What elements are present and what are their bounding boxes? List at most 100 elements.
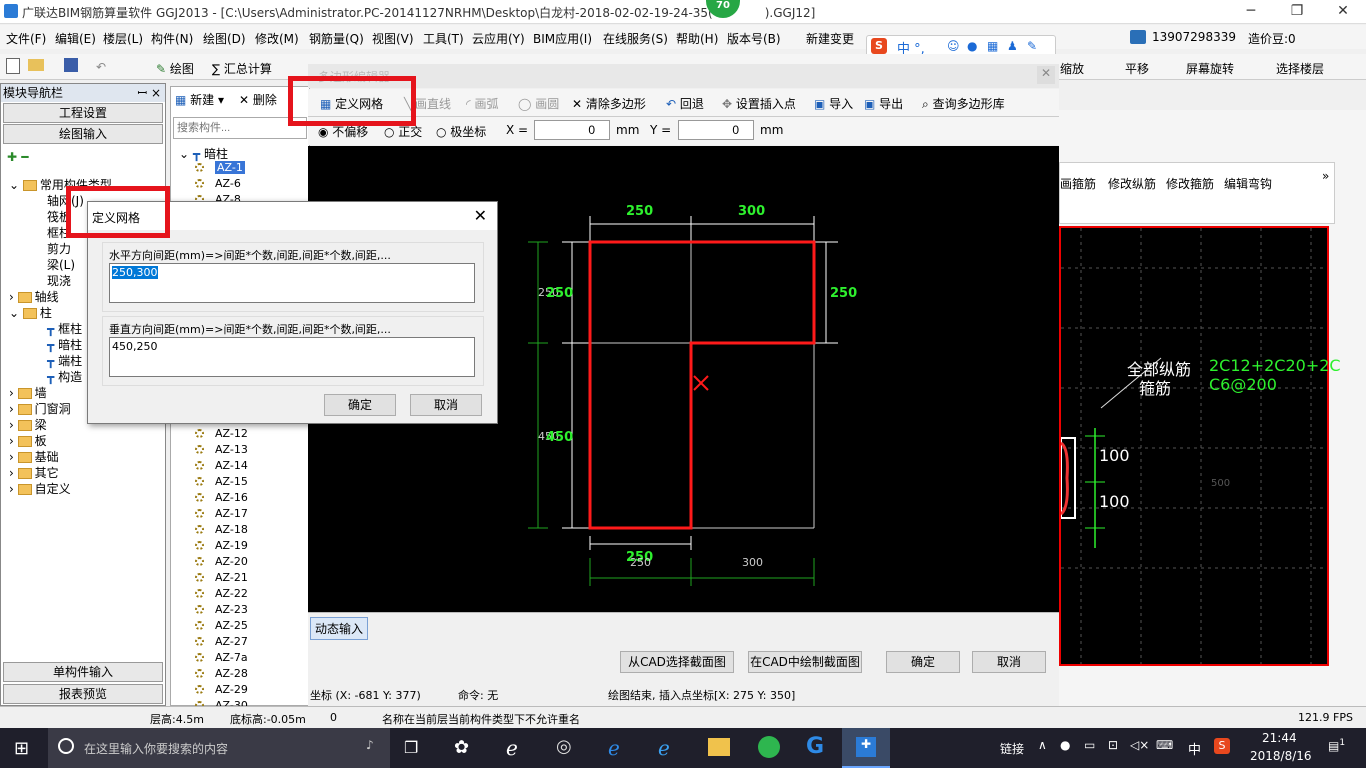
keyboard-tray-icon[interactable]: ⌨ <box>1156 738 1173 752</box>
component-item[interactable]: AZ-28 <box>195 667 248 680</box>
save-icon[interactable] <box>64 58 78 72</box>
file-explorer-icon[interactable] <box>708 738 730 756</box>
task-view-icon[interactable]: ❐ <box>404 738 418 757</box>
nav-pin-icon[interactable]: ꟷ × <box>137 84 161 102</box>
component-item[interactable]: AZ-21 <box>195 571 248 584</box>
settings-icon[interactable]: ✎ <box>1027 39 1037 53</box>
component-item[interactable]: AZ-18 <box>195 523 248 536</box>
component-item[interactable]: AZ-6 <box>195 177 241 190</box>
component-item[interactable]: AZ-14 <box>195 459 248 472</box>
tree-slab[interactable]: › 板 <box>9 432 47 449</box>
tree-wall[interactable]: › 墙 <box>9 384 47 401</box>
app-notify-icon[interactable]: ◎ <box>556 736 572 757</box>
component-item[interactable]: AZ-1 <box>195 161 245 174</box>
import-button[interactable]: ▣ 导入 <box>814 95 853 112</box>
skin-icon[interactable]: ♟ <box>1007 39 1018 53</box>
calc-button[interactable]: ∑ 汇总计算 <box>212 60 272 77</box>
ime-indicator[interactable]: 中 <box>1188 739 1201 758</box>
edge-icon[interactable]: ℯ <box>608 736 620 760</box>
menu-floor[interactable]: 楼层(L) <box>103 30 143 47</box>
component-item[interactable]: AZ-22 <box>195 587 248 600</box>
component-item[interactable]: AZ-25 <box>195 619 248 632</box>
component-item[interactable]: AZ-19 <box>195 539 248 552</box>
open-folder-icon[interactable] <box>28 59 44 71</box>
component-item[interactable]: AZ-16 <box>195 491 248 504</box>
draw-stirrup-button[interactable]: 画箍筋 <box>1060 175 1096 192</box>
menu-cloud[interactable]: 云应用(Y) <box>472 30 525 47</box>
tree-item-shear[interactable]: 剪力 <box>47 240 71 257</box>
active-app-ggj[interactable]: ✚ <box>842 728 890 768</box>
menu-rebar-qty[interactable]: 钢筋量(Q) <box>309 30 364 47</box>
menu-file[interactable]: 文件(F) <box>6 30 46 47</box>
single-input-button[interactable]: 单构件输入 <box>3 662 163 682</box>
battery-icon[interactable]: ▭ <box>1084 738 1095 752</box>
notification-icon[interactable]: ▤1 <box>1328 738 1345 753</box>
dynamic-input-toggle[interactable]: 动态输入 <box>310 617 369 640</box>
tree-other[interactable]: › 其它 <box>9 464 59 481</box>
emoji-icon[interactable]: ☺ <box>947 39 960 53</box>
tree-item-cast[interactable]: 现浇 <box>47 272 71 289</box>
tree-custom[interactable]: › 自定义 <box>9 480 71 497</box>
clock-time[interactable]: 21:44 <box>1262 731 1297 745</box>
tree-item-beam[interactable]: 梁(L) <box>47 256 75 273</box>
fan-app-icon[interactable]: ✿ <box>454 737 469 758</box>
component-item[interactable]: AZ-17 <box>195 507 248 520</box>
component-item[interactable]: AZ-15 <box>195 475 248 488</box>
dialog-ok-button[interactable]: 确定 <box>324 394 396 416</box>
draw-arc-button[interactable]: ◜ 画弧 <box>466 95 498 112</box>
maximize-button[interactable]: ❐ <box>1274 0 1320 24</box>
tree-col-hidden[interactable]: ┳ 暗柱 <box>47 336 82 353</box>
expand-all-icon[interactable]: ✚ ━ <box>7 150 28 164</box>
poly-ok-button[interactable]: 确定 <box>886 651 960 673</box>
clock-date[interactable]: 2018/8/16 <box>1250 749 1312 763</box>
y-input[interactable] <box>678 120 754 140</box>
menu-view[interactable]: 视图(V) <box>372 30 414 47</box>
project-settings-button[interactable]: 工程设置 <box>3 103 163 123</box>
set-insert-point-button[interactable]: ✥ 设置插入点 <box>722 95 796 112</box>
rotate-button[interactable]: 屏幕旋转 <box>1186 60 1234 77</box>
microphone-icon[interactable]: ♪ <box>366 738 374 752</box>
browser-360-icon[interactable] <box>758 736 780 758</box>
sogou-tray-icon[interactable]: S <box>1214 738 1230 754</box>
component-item[interactable]: AZ-20 <box>195 555 248 568</box>
component-item[interactable]: AZ-27 <box>195 635 248 648</box>
menu-help[interactable]: 帮助(H) <box>676 30 718 47</box>
mic-icon[interactable]: ● <box>967 39 977 53</box>
tree-col-struct[interactable]: ┳ 构造 <box>47 368 82 385</box>
component-item[interactable]: AZ-29 <box>195 683 248 696</box>
tray-chevron-icon[interactable]: ∧ <box>1038 738 1047 752</box>
v-spacing-input[interactable]: 450,250 <box>109 337 475 377</box>
export-button[interactable]: ▣ 导出 <box>864 95 903 112</box>
network-icon[interactable]: ⊡ <box>1108 738 1118 752</box>
modify-stirrup-button[interactable]: 修改箍筋 <box>1166 175 1214 192</box>
menu-version[interactable]: 版本号(B) <box>727 30 781 47</box>
tree-axis[interactable]: › 轴线 <box>9 288 59 305</box>
component-group-hidden-col[interactable]: ⌄ ┳ 暗柱 <box>179 145 228 162</box>
taskbar-search-box[interactable]: 在这里输入你要搜索的内容 ♪ <box>48 728 390 768</box>
select-from-cad-button[interactable]: 从CAD选择截面图 <box>620 651 734 673</box>
menu-modify[interactable]: 修改(M) <box>255 30 299 47</box>
ie-icon[interactable]: ℯ <box>506 736 518 760</box>
clear-polygon-button[interactable]: ✕ 清除多边形 <box>572 95 646 112</box>
tree-opening[interactable]: › 门窗洞 <box>9 400 71 417</box>
component-search-input[interactable] <box>173 117 307 139</box>
h-spacing-input[interactable]: 250,300 <box>109 263 475 303</box>
poly-close-icon[interactable]: ✕ <box>1037 66 1055 84</box>
component-item[interactable]: AZ-13 <box>195 443 248 456</box>
x-input[interactable] <box>534 120 610 140</box>
glodon-g-icon[interactable]: G <box>806 734 824 759</box>
pan-button[interactable]: 平移 <box>1125 60 1149 77</box>
menu-online[interactable]: 在线服务(S) <box>603 30 668 47</box>
draw-input-button[interactable]: 绘图输入 <box>3 124 163 144</box>
new-component-button[interactable]: ▦ 新建 ▾ <box>175 91 224 108</box>
menu-bim[interactable]: BIM应用(I) <box>533 30 592 47</box>
keyboard-icon[interactable]: ▦ <box>987 39 998 53</box>
radio-polar[interactable]: ○ 极坐标 <box>436 123 486 140</box>
draw-circle-button[interactable]: ◯ 画圆 <box>518 95 559 112</box>
draw-in-cad-button[interactable]: 在CAD中绘制截面图 <box>748 651 862 673</box>
menu-tools[interactable]: 工具(T) <box>423 30 464 47</box>
report-preview-button[interactable]: 报表预览 <box>3 684 163 704</box>
component-item[interactable]: AZ-23 <box>195 603 248 616</box>
draw-button[interactable]: ✎ 绘图 <box>156 60 194 77</box>
tree-foundation[interactable]: › 基础 <box>9 448 59 465</box>
